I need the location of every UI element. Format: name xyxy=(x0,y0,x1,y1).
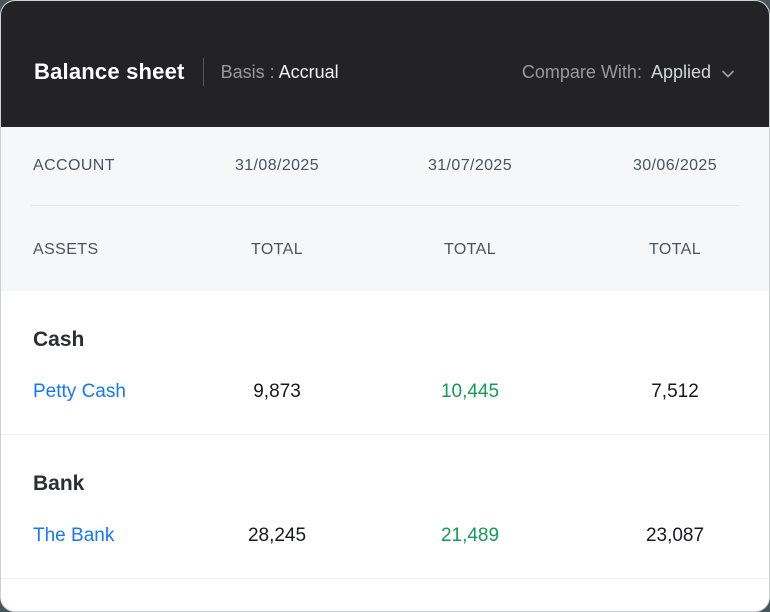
basis-value: Accrual xyxy=(279,62,339,82)
section-heading: Bank xyxy=(33,471,737,497)
amount-cell: 7,512 xyxy=(651,379,699,405)
amount-cell: 21,489 xyxy=(441,523,499,549)
amount-cell: 23,087 xyxy=(646,523,704,549)
chevron-down-icon xyxy=(720,66,736,82)
table-row: Petty Cash 9,873 10,445 7,512 xyxy=(33,379,737,434)
table-header: ACCOUNT 31/08/2025 31/07/2025 30/06/2025… xyxy=(1,127,769,291)
column-header-account: ACCOUNT xyxy=(33,157,115,175)
amount-cell: 28,245 xyxy=(248,523,306,549)
title-divider xyxy=(203,58,204,86)
account-link-petty-cash[interactable]: Petty Cash xyxy=(33,379,126,405)
column-header-total-3: TOTAL xyxy=(649,241,701,259)
compare-with-dropdown[interactable]: Compare With: Applied xyxy=(522,62,736,83)
basis-label: Basis : xyxy=(221,62,275,82)
section-cash: Cash Petty Cash 9,873 10,445 7,512 xyxy=(1,291,769,434)
column-header-total-2: TOTAL xyxy=(444,241,496,259)
column-header-period-1: 31/08/2025 xyxy=(235,157,319,175)
column-header-total-1: TOTAL xyxy=(251,241,303,259)
column-header-period-3: 30/06/2025 xyxy=(633,157,717,175)
table-header-row-periods: ACCOUNT 31/08/2025 31/07/2025 30/06/2025 xyxy=(33,127,737,205)
account-link-the-bank[interactable]: The Bank xyxy=(33,523,114,549)
page-title: Balance sheet xyxy=(34,59,185,85)
balance-sheet-card: Balance sheet Basis : Accrual Compare Wi… xyxy=(0,0,770,612)
basis-indicator: Basis : Accrual xyxy=(221,62,339,83)
group-header-assets: ASSETS xyxy=(33,241,99,259)
compare-with-label: Compare With: xyxy=(522,62,642,83)
compare-with-value: Applied xyxy=(651,62,711,83)
table-header-row-totals: ASSETS TOTAL TOTAL TOTAL xyxy=(33,206,737,291)
footer-strip xyxy=(1,579,769,612)
amount-cell: 9,873 xyxy=(253,379,301,405)
appbar: Balance sheet Basis : Accrual Compare Wi… xyxy=(1,1,769,127)
table-row: The Bank 28,245 21,489 23,087 xyxy=(33,523,737,578)
section-heading: Cash xyxy=(33,327,737,353)
section-bank: Bank The Bank 28,245 21,489 23,087 xyxy=(1,435,769,578)
amount-cell: 10,445 xyxy=(441,379,499,405)
column-header-period-2: 31/07/2025 xyxy=(428,157,512,175)
table-body: Cash Petty Cash 9,873 10,445 7,512 Bank … xyxy=(1,291,769,612)
